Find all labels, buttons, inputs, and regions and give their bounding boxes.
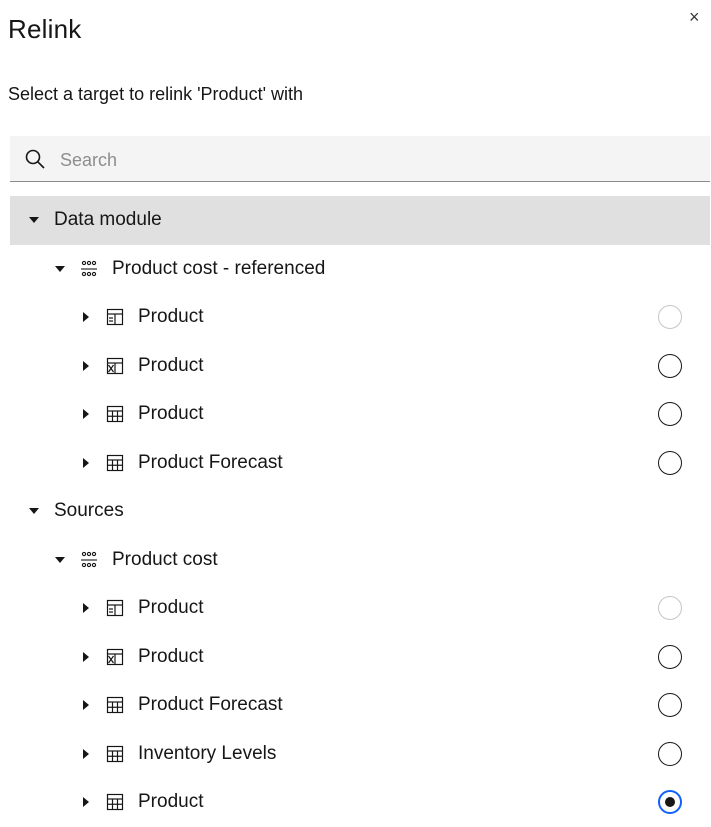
caret-down-icon[interactable]: [54, 554, 66, 566]
tree-item-label: Product: [138, 306, 204, 328]
table-icon: [106, 696, 124, 714]
table-icon: [106, 454, 124, 472]
data-module-icon: [80, 260, 98, 278]
radio-button[interactable]: [658, 693, 682, 718]
tree-item-label: Inventory Levels: [138, 742, 277, 764]
tree-item-row[interactable]: Product Forecast: [10, 681, 710, 730]
tree-item-label: Product: [138, 645, 204, 667]
caret-down-icon[interactable]: [28, 505, 40, 517]
caret-right-icon[interactable]: [80, 311, 92, 323]
tree-node-product-cost-referenced[interactable]: Product cost - referenced: [10, 245, 710, 294]
link-table-icon: [106, 357, 124, 375]
data-module-icon: [80, 551, 98, 569]
search-icon: [24, 148, 46, 170]
caret-right-icon[interactable]: [80, 699, 92, 711]
caret-right-icon[interactable]: [80, 651, 92, 663]
dialog-subtitle: Select a target to relink 'Product' with: [8, 84, 304, 104]
tree-item-label: Product: [138, 354, 204, 376]
table-icon: [106, 405, 124, 423]
tree-item-row[interactable]: Product: [10, 584, 710, 633]
tree-item-label: Product Forecast: [138, 451, 283, 473]
tree-item-row[interactable]: Product: [10, 390, 710, 439]
caret-right-icon[interactable]: [80, 796, 92, 808]
tree-item-row[interactable]: Product: [10, 778, 710, 827]
tree-item-label: Product: [138, 403, 204, 425]
tree-node-label: Product cost: [112, 548, 218, 570]
relink-tree: Data module Product cost - referenced Pr…: [10, 196, 710, 827]
view-table-icon: [106, 308, 124, 326]
caret-right-icon[interactable]: [80, 360, 92, 372]
radio-button: [658, 305, 682, 330]
tree-node-data-module[interactable]: Data module: [10, 196, 710, 245]
search-box: [10, 136, 710, 182]
link-table-icon: [106, 648, 124, 666]
radio-button[interactable]: [658, 741, 682, 766]
caret-right-icon[interactable]: [80, 457, 92, 469]
tree-item-label: Product: [138, 597, 204, 619]
tree-node-sources[interactable]: Sources: [10, 487, 710, 536]
radio-button[interactable]: [658, 353, 682, 378]
tree-item-label: Product: [138, 791, 204, 813]
tree-node-product-cost[interactable]: Product cost: [10, 536, 710, 585]
table-icon: [106, 745, 124, 763]
caret-right-icon[interactable]: [80, 748, 92, 760]
close-icon[interactable]: ×: [689, 6, 707, 28]
caret-down-icon[interactable]: [54, 263, 66, 275]
dialog-title: Relink: [8, 14, 82, 44]
table-icon: [106, 793, 124, 811]
tree-item-row[interactable]: Product Forecast: [10, 439, 710, 488]
radio-button[interactable]: [658, 450, 682, 475]
caret-right-icon[interactable]: [80, 408, 92, 420]
tree-node-label: Product cost - referenced: [112, 257, 326, 279]
view-table-icon: [106, 599, 124, 617]
radio-button: [658, 596, 682, 621]
search-input[interactable]: [58, 144, 662, 176]
tree-item-label: Product Forecast: [138, 694, 283, 716]
tree-item-row[interactable]: Product: [10, 633, 710, 682]
tree-item-row[interactable]: Product: [10, 293, 710, 342]
radio-button[interactable]: [658, 402, 682, 427]
radio-button[interactable]: [658, 644, 682, 669]
tree-node-label: Sources: [54, 500, 124, 522]
tree-item-row[interactable]: Inventory Levels: [10, 730, 710, 779]
tree-item-row[interactable]: Product: [10, 342, 710, 391]
caret-right-icon[interactable]: [80, 602, 92, 614]
caret-down-icon[interactable]: [28, 214, 40, 226]
tree-node-label: Data module: [54, 209, 162, 231]
